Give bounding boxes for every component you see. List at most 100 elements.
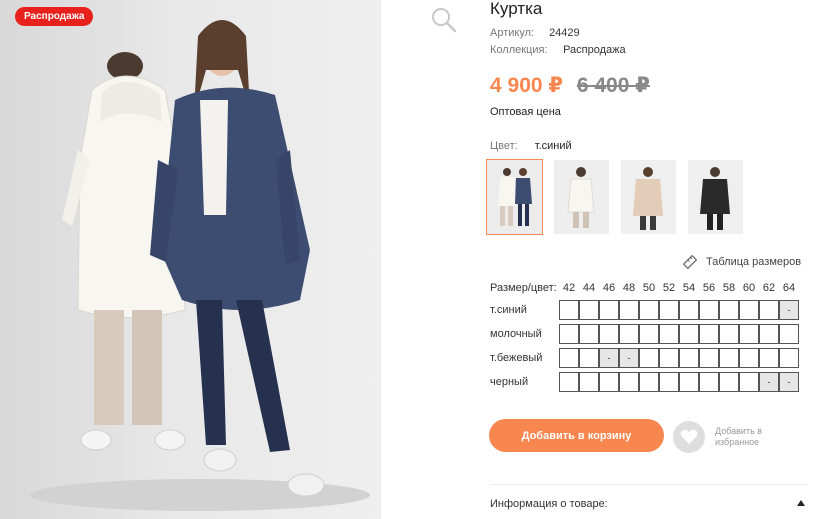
size-cell[interactable]	[779, 324, 799, 344]
size-cell[interactable]	[659, 324, 679, 344]
size-cell[interactable]	[719, 324, 739, 344]
size-col-label: 50	[642, 282, 656, 294]
size-cell[interactable]	[619, 300, 639, 320]
favorite-label-line1: Добавить в	[715, 426, 763, 436]
swatch-milky[interactable]	[554, 160, 609, 234]
sizes-header-label: Размер/цвет:	[490, 282, 557, 294]
size-cell[interactable]	[779, 348, 799, 368]
divider	[490, 484, 808, 485]
swatch-black[interactable]	[688, 160, 743, 234]
add-to-cart-button[interactable]: Добавить в корзину	[489, 419, 664, 452]
ruler-icon	[683, 255, 697, 269]
favorite-button[interactable]	[673, 421, 705, 453]
size-cell: -	[619, 348, 639, 368]
swatch-dark-beige[interactable]	[621, 160, 676, 234]
size-cell[interactable]	[639, 372, 659, 392]
size-cell[interactable]	[739, 300, 759, 320]
product-photo[interactable]: Распродажа	[0, 0, 381, 519]
favorite-label[interactable]: Добавить в избранное	[715, 426, 775, 448]
swatch-dark-blue-image	[487, 160, 542, 234]
color-label: Цвет:	[490, 140, 518, 152]
favorite-label-line2: избранное	[715, 437, 760, 447]
size-cell[interactable]	[719, 372, 739, 392]
size-cell[interactable]	[639, 348, 659, 368]
article-label: Артикул:	[490, 27, 535, 39]
size-col-label: 56	[702, 282, 716, 294]
product-info-toggle[interactable]: Информация о товаре:	[490, 498, 608, 510]
size-col-label: 64	[782, 282, 796, 294]
size-cell[interactable]	[759, 348, 779, 368]
size-cell[interactable]	[699, 324, 719, 344]
collection-label: Коллекция:	[490, 44, 548, 56]
article-value: 24429	[549, 27, 580, 39]
collection-line: Коллекция: Распродажа	[490, 44, 626, 56]
size-col-label: 48	[622, 282, 636, 294]
size-col-label: 58	[722, 282, 736, 294]
size-col-label: 46	[602, 282, 616, 294]
product-photo-illustration	[30, 20, 370, 511]
size-row-label: т.синий	[490, 304, 527, 316]
size-cell[interactable]	[579, 324, 599, 344]
size-cell: -	[779, 300, 799, 320]
size-cell[interactable]	[699, 300, 719, 320]
size-cell[interactable]	[559, 348, 579, 368]
size-cell[interactable]	[679, 372, 699, 392]
size-cell[interactable]	[679, 348, 699, 368]
size-cell[interactable]	[559, 372, 579, 392]
size-cell[interactable]	[739, 324, 759, 344]
size-cell[interactable]	[659, 372, 679, 392]
size-cell[interactable]	[599, 300, 619, 320]
triangle-up-icon[interactable]	[797, 500, 805, 506]
search-icon[interactable]	[429, 5, 457, 33]
size-cell[interactable]	[719, 348, 739, 368]
size-cell[interactable]	[639, 300, 659, 320]
heart-icon	[680, 429, 698, 444]
size-cell: -	[759, 372, 779, 392]
size-cell[interactable]	[739, 348, 759, 368]
size-cell[interactable]	[579, 372, 599, 392]
size-cell[interactable]	[619, 372, 639, 392]
price-current: 4 900 ₽	[490, 74, 563, 97]
size-row-label: молочный	[490, 328, 542, 340]
color-line: Цвет: т.синий	[490, 140, 572, 152]
size-col-label: 52	[662, 282, 676, 294]
size-cell[interactable]	[679, 324, 699, 344]
size-col-label: 54	[682, 282, 696, 294]
size-cell[interactable]	[739, 372, 759, 392]
size-cell[interactable]	[559, 300, 579, 320]
price-old: 6 400 ₽	[576, 74, 650, 97]
size-col-label: 42	[562, 282, 576, 294]
product-title: Куртка	[490, 0, 543, 18]
size-cell[interactable]	[579, 300, 599, 320]
swatch-dark-beige-image	[621, 160, 676, 234]
size-cell[interactable]	[619, 324, 639, 344]
size-cell[interactable]	[699, 348, 719, 368]
size-table-label: Таблица размеров	[706, 256, 802, 268]
size-cell[interactable]	[659, 300, 679, 320]
size-cell[interactable]	[679, 300, 699, 320]
size-table-link[interactable]: Таблица размеров	[683, 255, 801, 269]
collection-value: Распродажа	[563, 44, 626, 56]
size-cell[interactable]	[719, 300, 739, 320]
size-cell[interactable]	[559, 324, 579, 344]
size-row-label: т.бежевый	[490, 352, 543, 364]
swatch-milky-image	[554, 160, 609, 234]
size-cell[interactable]	[599, 324, 619, 344]
size-cell[interactable]	[599, 372, 619, 392]
wholesale-price-label: Оптовая цена	[490, 106, 561, 118]
size-cell: -	[599, 348, 619, 368]
size-col-label: 60	[742, 282, 756, 294]
size-col-label: 62	[762, 282, 776, 294]
size-cell[interactable]	[759, 300, 779, 320]
size-cell[interactable]	[759, 324, 779, 344]
size-cell[interactable]	[639, 324, 659, 344]
size-row-label: черный	[490, 376, 529, 388]
size-cell[interactable]	[579, 348, 599, 368]
size-cell[interactable]	[699, 372, 719, 392]
color-value: т.синий	[534, 140, 572, 152]
price-row: 4 900 ₽ 6 400 ₽	[490, 73, 650, 98]
swatch-dark-blue[interactable]	[486, 159, 543, 235]
size-cell: -	[779, 372, 799, 392]
size-cell[interactable]	[659, 348, 679, 368]
sale-badge: Распродажа	[15, 7, 94, 26]
